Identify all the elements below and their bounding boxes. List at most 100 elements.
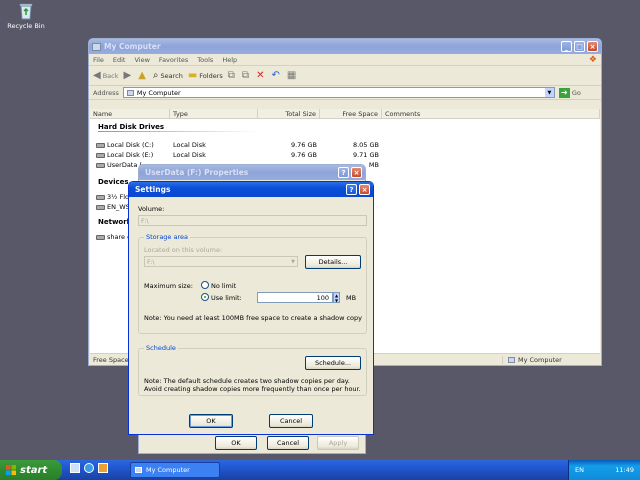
- volume-field: F:\: [138, 215, 367, 226]
- folder-up-icon: ▲: [138, 70, 146, 81]
- folders-button[interactable]: ▬ Folders: [188, 70, 223, 81]
- menu-edit[interactable]: Edit: [113, 56, 126, 64]
- properties-cancel-button[interactable]: Cancel: [267, 436, 309, 450]
- properties-titlebar[interactable]: UserData (F:) Properties ? ×: [139, 165, 365, 180]
- undo-button[interactable]: ↶: [271, 70, 281, 81]
- copy-icon: ⧉: [241, 70, 250, 81]
- up-button[interactable]: ▲: [138, 70, 148, 81]
- recycle-bin-desktop-icon[interactable]: Recycle Bin: [6, 2, 46, 30]
- move-to-button[interactable]: ⧉: [228, 70, 237, 81]
- computer-small-icon: [135, 467, 142, 473]
- system-tray: EN 11:49: [568, 460, 640, 480]
- schedule-note: Note: The default schedule creates two s…: [144, 377, 361, 393]
- column-headers: Name Type Total Size Free Space Comments: [90, 109, 600, 119]
- minimize-button[interactable]: _: [561, 41, 572, 52]
- limit-unit-label: MB: [346, 294, 357, 302]
- hard-disk-icon: [96, 162, 105, 168]
- move-icon: ⧉: [227, 70, 235, 81]
- folders-icon: ▬: [187, 70, 198, 81]
- close-button[interactable]: ×: [359, 184, 370, 195]
- properties-apply-button[interactable]: Apply: [317, 436, 359, 450]
- column-free-space[interactable]: Free Space: [320, 109, 382, 118]
- storage-area-group: Storage area Located on this volume: F:\…: [138, 233, 367, 334]
- go-button[interactable]: ➜ Go: [558, 87, 581, 98]
- settings-title: Settings: [135, 185, 171, 194]
- search-button[interactable]: ⌕ Search: [153, 70, 183, 81]
- explorer-title: My Computer: [104, 42, 161, 51]
- floppy-icon: [96, 194, 105, 200]
- column-total-size[interactable]: Total Size: [258, 109, 320, 118]
- properties-ok-button[interactable]: OK: [215, 436, 257, 450]
- delete-button[interactable]: ✕: [256, 70, 266, 81]
- address-value: My Computer: [136, 88, 181, 97]
- start-button[interactable]: start: [0, 460, 62, 480]
- no-limit-label[interactable]: No limit: [211, 282, 236, 290]
- recycle-bin-icon: [17, 2, 35, 20]
- status-location: My Computer: [502, 355, 562, 364]
- address-field[interactable]: My Computer ▼: [122, 87, 555, 98]
- maximize-button[interactable]: □: [574, 41, 585, 52]
- address-label: Address: [93, 88, 119, 97]
- details-button[interactable]: Details...: [305, 255, 361, 269]
- storage-area-legend: Storage area: [144, 233, 190, 241]
- forward-arrow-icon: ▶: [123, 70, 132, 81]
- limit-spinner[interactable]: ▲ ▼: [333, 292, 340, 303]
- hard-disk-icon: [96, 152, 105, 158]
- column-comments[interactable]: Comments: [382, 109, 600, 118]
- menu-help[interactable]: Help: [222, 56, 237, 64]
- schedule-group: Schedule Schedule... Note: The default s…: [138, 344, 367, 396]
- menu-bar: File Edit View Favorites Tools Help ❖: [89, 54, 601, 66]
- network-drive-icon: [96, 234, 105, 240]
- storage-note: Note: You need at least 100MB free space…: [144, 314, 363, 322]
- windows-logo-icon: ❖: [588, 54, 597, 65]
- settings-ok-button[interactable]: OK: [189, 414, 233, 428]
- located-on-select: F:\ ▼: [144, 256, 298, 267]
- settings-titlebar[interactable]: Settings ? ×: [129, 182, 373, 197]
- schedule-legend: Schedule: [144, 344, 178, 352]
- back-arrow-icon: ◀: [93, 70, 101, 81]
- list-item[interactable]: Local Disk (E:) Local Disk 9.76 GB 9.71 …: [90, 150, 600, 160]
- copy-to-button[interactable]: ⧉: [242, 70, 251, 81]
- menu-file[interactable]: File: [93, 56, 104, 64]
- address-bar: Address My Computer ▼ ➜ Go: [89, 86, 601, 100]
- close-button[interactable]: ×: [351, 167, 362, 178]
- menu-tools[interactable]: Tools: [197, 56, 213, 64]
- column-name[interactable]: Name: [90, 109, 170, 118]
- hard-disk-icon: [96, 142, 105, 148]
- cd-drive-icon: [96, 204, 105, 210]
- group-hard-disks: Hard Disk Drives: [98, 123, 165, 131]
- use-limit-label[interactable]: Use limit:: [211, 294, 242, 302]
- list-item[interactable]: Local Disk (C:) Local Disk 9.76 GB 8.05 …: [90, 140, 600, 150]
- ie-quicklaunch-icon[interactable]: [84, 463, 94, 473]
- clock[interactable]: 11:49: [615, 466, 634, 474]
- dropdown-arrow-icon: ▼: [291, 258, 295, 265]
- help-button[interactable]: ?: [338, 167, 349, 178]
- menu-favorites[interactable]: Favorites: [159, 56, 188, 64]
- desktop-quicklaunch-icon[interactable]: [70, 463, 80, 473]
- help-button[interactable]: ?: [346, 184, 357, 195]
- menu-view[interactable]: View: [134, 56, 149, 64]
- search-icon: ⌕: [152, 70, 159, 81]
- media-quicklaunch-icon[interactable]: [98, 463, 108, 473]
- forward-button[interactable]: ▶: [123, 70, 133, 81]
- back-button[interactable]: ◀ Back: [93, 70, 118, 81]
- properties-title: UserData (F:) Properties: [145, 168, 249, 177]
- limit-input[interactable]: 100: [257, 292, 333, 303]
- schedule-button[interactable]: Schedule...: [305, 356, 361, 370]
- use-limit-radio[interactable]: [201, 293, 209, 301]
- no-limit-radio[interactable]: [201, 281, 209, 289]
- undo-icon: ↶: [271, 70, 280, 81]
- computer-small-icon: [508, 356, 515, 363]
- settings-cancel-button[interactable]: Cancel: [269, 414, 313, 428]
- views-button[interactable]: ▦: [287, 70, 298, 81]
- go-arrow-icon: ➜: [558, 87, 570, 98]
- address-dropdown-icon[interactable]: ▼: [544, 88, 554, 97]
- language-indicator[interactable]: EN: [575, 466, 584, 474]
- computer-icon: [92, 42, 101, 51]
- computer-small-icon: [126, 89, 134, 96]
- settings-dialog: Settings ? × Volume: F:\ Storage area Lo…: [128, 181, 374, 435]
- taskbar-item-my-computer[interactable]: My Computer: [130, 462, 220, 478]
- column-type[interactable]: Type: [170, 109, 258, 118]
- close-button[interactable]: ×: [587, 41, 598, 52]
- explorer-titlebar[interactable]: My Computer _ □ ×: [89, 39, 601, 54]
